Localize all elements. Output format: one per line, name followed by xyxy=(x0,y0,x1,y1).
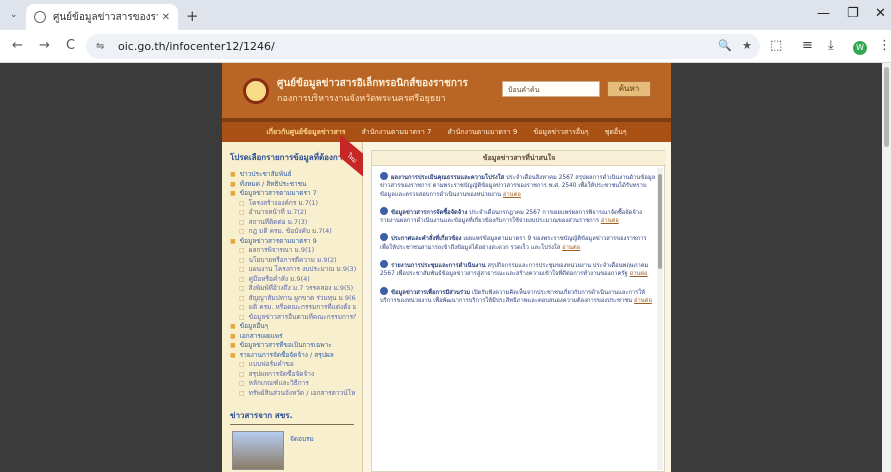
sidebar-tree-item[interactable]: เอกสารเผยแพร่ xyxy=(230,332,356,342)
article-item[interactable]: ผลงานการประเมินคุณธรรมและความโปร่งใส ประ… xyxy=(380,172,656,199)
new-tab-button[interactable]: + xyxy=(186,7,199,25)
article-item[interactable]: ประกาศและคำสั่งที่เกี่ยวข้อง เผยแพร่ข้อม… xyxy=(380,233,656,252)
sidebar-tree-item[interactable]: ข้อมูลข่าวสารตามมาตรา 9 xyxy=(230,237,356,247)
restore-button[interactable]: ❐ xyxy=(847,6,859,21)
site-title: ศูนย์ข้อมูลข่าวสารอิเล็กทรอนิกส์ของราชกา… xyxy=(277,78,468,89)
menu-item-section9[interactable]: สำนักงานตามมาตรา 9 xyxy=(447,127,517,138)
sidebar-tree-item[interactable]: ข้อมูลข่าวสารอื่นตามที่คณะกรรมการกำหนด ม… xyxy=(230,313,356,323)
close-window-button[interactable]: ✕ xyxy=(875,6,886,21)
reload-button[interactable]: C xyxy=(66,38,75,53)
sidebar: โปรดเลือกรายการข้อมูลที่ต้องการ ใหม่ ข่า… xyxy=(222,134,363,472)
sidebar-tree-item[interactable]: สถานที่ติดต่อ ม.7(3) xyxy=(230,218,356,228)
site-search-button[interactable]: ค้นหา xyxy=(607,81,651,97)
browser-toolbar: ← → C ⇋ oic.go.th/infocenter12/1246/ 🔍 ★… xyxy=(0,30,891,63)
sidebar-tree-item[interactable]: ทรัพย์สินส่วนจังหวัด / เอกสารดาวน์โหลด xyxy=(230,389,356,399)
sidebar-tree-item[interactable]: คู่มือหรือคำสั่ง ม.9(4) xyxy=(230,275,356,285)
read-more-link[interactable]: อ่านต่อ xyxy=(562,245,580,251)
profile-avatar[interactable]: W xyxy=(853,41,867,55)
sidebar-tree-item[interactable]: ข้อมูลอื่นๆ xyxy=(230,322,356,332)
article-info-icon xyxy=(380,206,388,215)
minimize-button[interactable]: — xyxy=(817,6,830,21)
menu-item-other-info[interactable]: ข้อมูลข่าวสารอื่นๆ xyxy=(533,127,588,138)
browser-tab-strip: ⌄ ศูนย์ข้อมูลข่าวสารของราชการ » oai ✕ + … xyxy=(0,0,891,30)
article-item[interactable]: ข้อมูลข่าวสารการจัดซื้อจัดจ้าง ประจำเดือ… xyxy=(380,206,656,226)
forward-button[interactable]: → xyxy=(39,38,50,53)
read-more-link[interactable]: อ่านต่อ xyxy=(503,192,521,198)
tab-search-icon[interactable]: ⌄ xyxy=(10,10,18,20)
news-thumbnail[interactable] xyxy=(232,431,284,470)
sidebar-tree-item[interactable]: สรุปผลการจัดซื้อจัดจ้าง xyxy=(230,370,356,380)
menu-item-more[interactable]: ชุดอื่นๆ xyxy=(605,127,627,138)
tab-title: ศูนย์ข้อมูลข่าวสารของราชการ » oai xyxy=(53,11,158,23)
article-info-icon xyxy=(380,233,388,242)
sidebar-tree-item[interactable]: มติ ครม. หรือคณะกรรมการที่แต่งตั้ง ม.9(7… xyxy=(230,303,356,313)
sidebar-tree-item[interactable]: แบบฟอร์มคำขอ xyxy=(230,360,356,370)
address-bar[interactable]: ⇋ oic.go.th/infocenter12/1246/ 🔍 ★ xyxy=(86,34,760,59)
page-content: โปรดเลือกรายการข้อมูลที่ต้องการ ใหม่ ข่า… xyxy=(222,134,671,472)
featured-info-panel: ข้อมูลข่าวสารที่น่าสนใจ ผลงานการประเมินค… xyxy=(371,150,666,472)
sidebar-tree-item[interactable]: ทั้งหมด / สิทธิประชาชน xyxy=(230,180,356,190)
site-menu: เกี่ยวกับศูนย์ข้อมูลข่าวสาร สำนักงานตามม… xyxy=(222,122,671,142)
menu-item-about[interactable]: เกี่ยวกับศูนย์ข้อมูลข่าวสาร xyxy=(266,127,345,138)
article-info-icon xyxy=(380,286,388,295)
sidebar-tree-item[interactable]: สัญญาสัมปทาน ผูกขาด ร่วมทุน ม.9(6) xyxy=(230,294,356,304)
sidebar-tree-item[interactable]: ข่าวประชาสัมพันธ์ xyxy=(230,170,356,180)
agency-logo xyxy=(243,78,269,104)
page-scroll-thumb[interactable] xyxy=(884,67,889,147)
sidebar-tree-item[interactable]: ข้อมูลข่าวสารตามมาตรา 7 xyxy=(230,189,356,199)
read-more-link[interactable]: อ่านต่อ xyxy=(634,298,652,304)
sidebar-tree-item[interactable]: นโยบายหรือการตีความ ม.9(2) xyxy=(230,256,356,266)
info-tree: ข่าวประชาสัมพันธ์ทั้งหมด / สิทธิประชาชนข… xyxy=(230,170,356,398)
panel-scroll-thumb[interactable] xyxy=(658,174,662,269)
read-more-link[interactable]: อ่านต่อ xyxy=(630,271,648,277)
zoom-icon[interactable]: 🔍 xyxy=(718,39,732,52)
panel-scrollbar[interactable] xyxy=(657,168,663,470)
sidebar-tree-item[interactable]: อำนาจหน้าที่ ม.7(2) xyxy=(230,208,356,218)
sidebar-title: โปรดเลือกรายการข้อมูลที่ต้องการ xyxy=(230,153,347,162)
article-list: ผลงานการประเมินคุณธรรมและความโปร่งใส ประ… xyxy=(380,172,656,313)
reading-list-icon[interactable]: ≡ xyxy=(802,38,813,53)
article-info-icon xyxy=(380,260,388,269)
article-title[interactable]: ข้อมูลข่าวสารการจัดซื้อจัดจ้าง xyxy=(391,210,467,216)
web-page: ศูนย์ข้อมูลข่าวสารอิเล็กทรอนิกส์ของราชกา… xyxy=(0,63,891,472)
sidebar-tree-item[interactable]: โครงสร้างองค์กร ม.7(1) xyxy=(230,199,356,209)
sidebar-tree-item[interactable]: ข้อมูลข่าวสารที่ขอเป็นการเฉพาะ xyxy=(230,341,356,351)
sidebar-tree-item[interactable]: แผนงาน โครงการ งบประมาณ ม.9(3) xyxy=(230,265,356,275)
page-scrollbar[interactable] xyxy=(882,63,891,472)
article-info-icon xyxy=(380,172,388,180)
article-title[interactable]: ข้อมูลข่าวสารเพื่อการมีส่วนร่วม xyxy=(391,290,470,296)
sidebar-tree-item[interactable]: ผลการพิจารณา ม.9(1) xyxy=(230,246,356,256)
read-more-link[interactable]: อ่านต่อ xyxy=(601,218,619,224)
browser-tab[interactable]: ศูนย์ข้อมูลข่าวสารของราชการ » oai ✕ xyxy=(26,4,178,30)
sidebar-tree-item[interactable]: สิ่งพิมพ์ที่อ้างถึง ม.7 วรรคสอง ม.9(5) xyxy=(230,284,356,294)
sidebar-tree-item[interactable]: รายงานการจัดซื้อจัดจ้าง / สรุปผล xyxy=(230,351,356,361)
panel-heading: ข้อมูลข่าวสารที่น่าสนใจ xyxy=(372,151,666,166)
menu-icon[interactable]: ⋮ xyxy=(878,38,891,53)
news-divider xyxy=(230,424,354,425)
article-title[interactable]: ผลงานการประเมินคุณธรรมและความโปร่งใส xyxy=(391,175,504,181)
news-section-title: ข่าวสารจาก สขร. xyxy=(230,411,293,420)
extensions-icon[interactable]: ⬚ xyxy=(770,38,782,53)
site-subtitle: กองการบริหารงานจังหวัดพระนครศรีอยุธยา xyxy=(277,94,446,104)
news-link[interactable]: จัดอบรม xyxy=(290,434,314,444)
bookmark-star-icon[interactable]: ★ xyxy=(742,39,752,52)
menu-item-section7[interactable]: สำนักงานตามมาตรา 7 xyxy=(362,127,432,138)
article-item[interactable]: ข้อมูลข่าวสารเพื่อการมีส่วนร่วม เปิดรับฟ… xyxy=(380,286,656,306)
site-favicon-icon xyxy=(34,11,46,23)
downloads-icon[interactable]: ⤓ xyxy=(828,38,834,53)
sidebar-tree-item[interactable]: หลักเกณฑ์และวิธีการ xyxy=(230,379,356,389)
site-search-input[interactable]: ป้อนคำค้น xyxy=(502,81,600,97)
site-settings-icon[interactable]: ⇋ xyxy=(96,41,110,52)
article-title[interactable]: ประกาศและคำสั่งที่เกี่ยวข้อง xyxy=(391,236,462,242)
sidebar-tree-item[interactable]: กฎ มติ ครม. ข้อบังคับ ม.7(4) xyxy=(230,227,356,237)
article-title[interactable]: รายงานการประชุมและการดำเนินงาน xyxy=(391,263,486,269)
address-text[interactable]: oic.go.th/infocenter12/1246/ xyxy=(118,40,275,53)
site-header: ศูนย์ข้อมูลข่าวสารอิเล็กทรอนิกส์ของราชกา… xyxy=(222,63,671,122)
tab-close-icon[interactable]: ✕ xyxy=(162,12,170,23)
article-item[interactable]: รายงานการประชุมและการดำเนินงาน สรุปกิจกร… xyxy=(380,260,656,279)
back-button[interactable]: ← xyxy=(12,38,23,53)
